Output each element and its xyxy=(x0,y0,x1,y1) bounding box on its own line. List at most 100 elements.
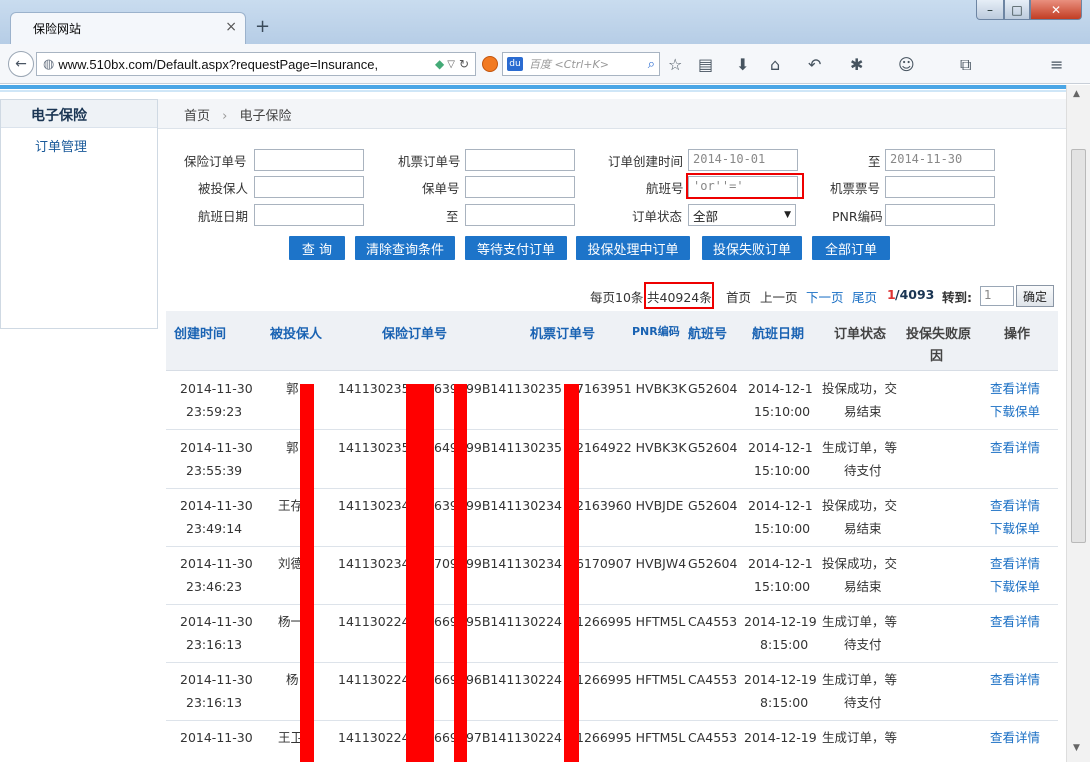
cell-flight-date: 2014-12-1 xyxy=(748,440,813,455)
view-details-link[interactable]: 查看详情 xyxy=(990,552,1040,575)
col-insured: 被投保人 xyxy=(270,327,323,342)
pending-payment-orders-button[interactable]: 等待支付订单 xyxy=(465,236,567,260)
vertical-scrollbar[interactable]: ▲ ▼ xyxy=(1066,85,1090,762)
flight-date-label: 航班日期 xyxy=(198,209,249,224)
reading-list-icon[interactable]: ▤ xyxy=(698,55,713,74)
cell-pnr: 1266995 HFTM5L xyxy=(576,672,686,687)
cell-status: 投保成功，交 xyxy=(822,498,898,513)
breadcrumb-home[interactable]: 首页 xyxy=(184,109,210,124)
cell-status: 生成订单，等 xyxy=(822,440,898,455)
order-created-end-input[interactable]: 2014-11-30 xyxy=(885,149,995,171)
cell-pnr: 6170907 HVBJW4 xyxy=(576,556,687,571)
cell-ticket-order-no: 999B141130235 xyxy=(458,440,563,455)
cell-ticket-order-no: 999B141130235 xyxy=(458,381,563,396)
view-details-link[interactable]: 查看详情 xyxy=(990,726,1040,749)
cell-status-cont: 易结束 xyxy=(844,521,882,536)
reload-icon[interactable]: ↻ xyxy=(459,57,469,71)
avatar-icon[interactable]: ☺ xyxy=(898,55,915,74)
clear-conditions-button[interactable]: 清除查询条件 xyxy=(355,236,455,260)
window-minimize-button[interactable]: – xyxy=(976,0,1004,20)
order-status-select[interactable]: 全部 ▼ xyxy=(688,204,796,226)
pnr-label: PNR编码 xyxy=(832,209,883,224)
ticket-order-no-input[interactable] xyxy=(465,149,575,171)
bookmark-star-icon[interactable]: ☆ xyxy=(668,55,682,74)
home-icon[interactable]: ⌂ xyxy=(770,55,780,74)
cell-ticket-order-no: 997B141130224 xyxy=(458,730,563,745)
view-details-link[interactable]: 查看详情 xyxy=(990,436,1040,459)
scroll-thumb[interactable] xyxy=(1071,149,1086,543)
cell-pnr: 1266995 HFTM5L xyxy=(576,614,686,629)
policy-no-input[interactable] xyxy=(465,176,575,198)
download-icon[interactable]: ⬇ xyxy=(736,55,749,74)
url-text[interactable]: www.510bx.com/Default.aspx?requestPage=I… xyxy=(58,57,431,72)
new-tab-button[interactable]: + xyxy=(255,16,270,37)
cell-flight-no: CA4553 xyxy=(688,614,738,629)
redaction-bar xyxy=(454,384,467,762)
addon-icon[interactable]: ✱ xyxy=(850,55,863,74)
search-icon[interactable]: ⌕ xyxy=(648,57,655,72)
view-details-link[interactable]: 查看详情 xyxy=(990,668,1040,691)
dropdown-arrow-icon[interactable]: ▽ xyxy=(447,59,455,70)
screenshot-icon[interactable]: ⧉ xyxy=(960,55,971,75)
scroll-up-icon[interactable]: ▲ xyxy=(1073,89,1080,99)
failed-orders-button[interactable]: 投保失败订单 xyxy=(702,236,802,260)
address-bar[interactable]: ◍ www.510bx.com/Default.aspx?requestPage… xyxy=(36,52,476,76)
view-details-link[interactable]: 查看详情 xyxy=(990,494,1040,517)
scroll-down-icon[interactable]: ▼ xyxy=(1073,743,1080,753)
cell-status: 投保成功，交 xyxy=(822,381,898,396)
pager-total-pages: /4093 xyxy=(895,287,935,302)
cell-created-time: 23:46:23 xyxy=(186,579,243,594)
cell-flight-no: G52604 xyxy=(688,381,738,396)
order-created-start-input[interactable]: 2014-10-01 xyxy=(688,149,798,171)
all-orders-button[interactable]: 全部订单 xyxy=(812,236,890,260)
cell-created-date: 2014-11-30 xyxy=(180,498,253,513)
insurance-order-no-input[interactable] xyxy=(254,149,364,171)
adblock-icon[interactable] xyxy=(482,56,498,72)
cell-created-time: 23:49:14 xyxy=(186,521,243,536)
processing-orders-button[interactable]: 投保处理中订单 xyxy=(576,236,690,260)
redaction-bar xyxy=(300,384,314,762)
browser-tab[interactable]: 保险网站 × xyxy=(10,12,246,44)
pager-next-link[interactable]: 下一页 xyxy=(806,287,844,306)
table-header: 创建时间 被投保人 保险订单号 机票订单号 PNR编码 航班号 航班日期 订单状… xyxy=(166,311,1058,371)
download-policy-link[interactable]: 下载保单 xyxy=(990,575,1040,598)
view-details-link[interactable]: 查看详情 xyxy=(990,610,1040,633)
cell-pnr: 2164922 HVBK3K xyxy=(576,440,687,455)
window-close-button[interactable]: ✕ xyxy=(1030,0,1082,20)
query-button[interactable]: 查 询 xyxy=(289,236,345,260)
breadcrumb-current: 电子保险 xyxy=(239,109,292,124)
sidebar: 电子保险 订单管理 xyxy=(0,99,158,329)
flight-no-label: 航班号 xyxy=(646,181,684,196)
cell-created-date: 2014-11-30 xyxy=(180,556,253,571)
window-maximize-button[interactable]: □ xyxy=(1004,0,1030,20)
download-policy-link[interactable]: 下载保单 xyxy=(990,517,1040,540)
search-bar[interactable]: du 百度 <Ctrl+K> ⌕ xyxy=(502,52,660,76)
download-policy-link[interactable]: 下载保单 xyxy=(990,400,1040,423)
order-status-value: 全部 xyxy=(693,208,719,224)
breadcrumb: 首页 › 电子保险 xyxy=(158,99,1066,129)
cell-flight-time: 15:10:00 xyxy=(754,404,811,419)
cell-created-date: 2014-11-30 xyxy=(180,440,253,455)
back-arrow-icon[interactable]: ← xyxy=(8,51,34,77)
ticket-no-input[interactable] xyxy=(885,176,995,198)
undo-icon[interactable]: ↶ xyxy=(808,55,821,74)
tab-close-icon[interactable]: × xyxy=(225,19,237,35)
cell-flight-no: G52604 xyxy=(688,556,738,571)
cell-pnr: 1266995 HFTM5L xyxy=(576,730,686,745)
policy-no-label: 保单号 xyxy=(422,181,460,196)
menu-icon[interactable]: ≡ xyxy=(1050,55,1063,74)
pager-confirm-button[interactable]: 确定 xyxy=(1016,285,1054,307)
search-placeholder[interactable]: 百度 <Ctrl+K> xyxy=(529,56,648,72)
flight-date-end-input[interactable] xyxy=(465,204,575,226)
flight-date-start-input[interactable] xyxy=(254,204,364,226)
pnr-input[interactable] xyxy=(885,204,995,226)
view-details-link[interactable]: 查看详情 xyxy=(990,377,1040,400)
baidu-logo-icon: du xyxy=(507,57,523,71)
col-pnr: PNR编码 xyxy=(632,325,680,338)
browser-titlebar: 保险网站 × + – □ ✕ xyxy=(0,0,1090,44)
pager-goto-input[interactable]: 1 xyxy=(980,286,1014,306)
col-flight-no: 航班号 xyxy=(688,327,728,342)
pager-last-link[interactable]: 尾页 xyxy=(852,287,877,306)
sidebar-item-order-management[interactable]: 订单管理 xyxy=(1,128,157,155)
insured-input[interactable] xyxy=(254,176,364,198)
